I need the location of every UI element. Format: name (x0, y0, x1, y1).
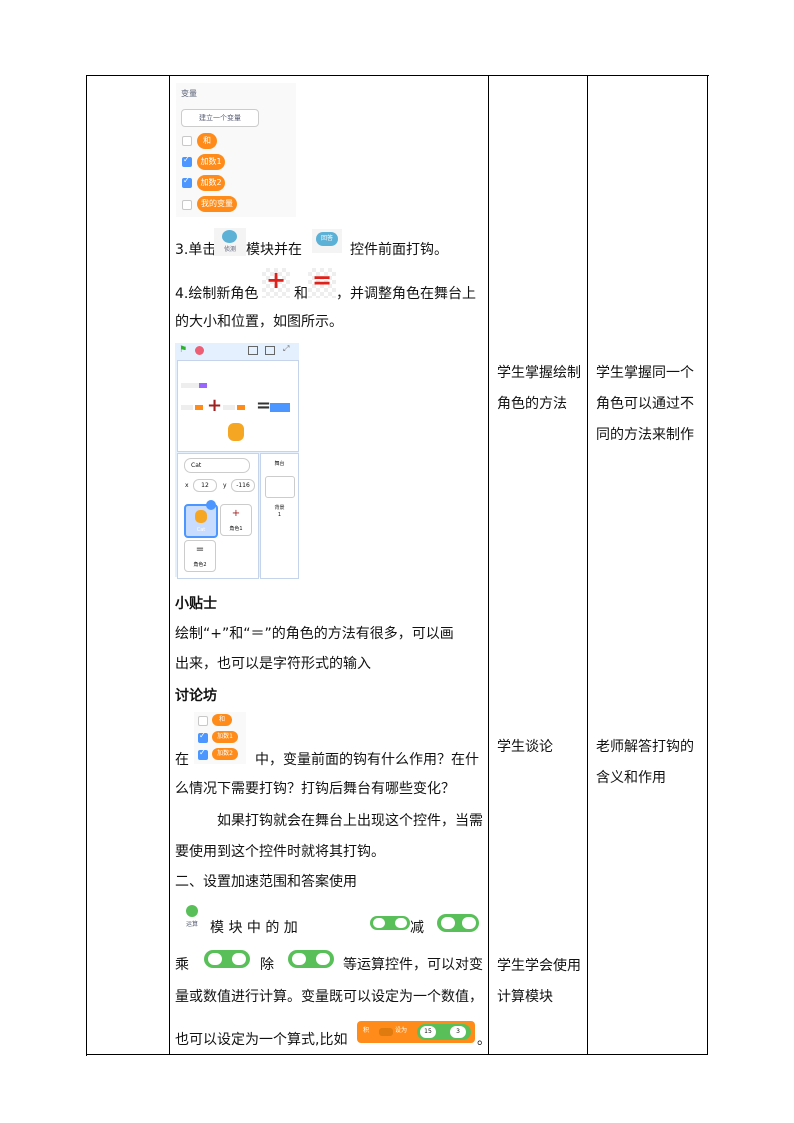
variable-checkbox[interactable] (182, 155, 192, 167)
plus-sprite-icon: + (262, 266, 290, 298)
step4-text-b: ，并调整角色在舞台上 (336, 286, 476, 302)
discussion-in: 在 (175, 752, 189, 768)
tips-heading: 小贴士 (175, 596, 217, 612)
stage: + = (177, 360, 299, 452)
section2-line3: 量或数值进行计算。变量既可以设定为一个数值， (175, 989, 483, 1005)
variable-reporter: 加数2 (212, 748, 238, 760)
discussion-q2: 么情况下需要打钩？打钩后舞台有哪些变化？ (175, 781, 455, 797)
student-row2: 学生谈论 (497, 739, 553, 755)
variable-reporter[interactable]: 加数1 (197, 154, 225, 170)
variable-checkbox[interactable] (198, 748, 208, 760)
discussion-a1: 如果打钩就会在舞台上出现这个控件，当需 (217, 813, 483, 829)
section2-line4-end: 。 (477, 1032, 491, 1048)
section2-line4: 也可以设定为一个算式,比如 (175, 1032, 348, 1048)
teacher-row1: 学生掌握同一个角色可以通过不同的方法来制作 (596, 365, 694, 443)
stage-screenshot: ⚑ ⤢ + = Cat x 12 y -116 Cat + 角色1 = 角色2 (175, 343, 299, 579)
equals-sprite-icon: = (308, 266, 336, 298)
sprite-name-field[interactable]: Cat (184, 458, 250, 473)
variable-reporter: 加数1 (212, 731, 238, 743)
variable-checkbox[interactable] (182, 136, 192, 146)
variable-checkbox[interactable] (182, 200, 192, 210)
section2-line2-a: 乘 (175, 957, 189, 973)
student-row3: 学生学会使用计算模块 (497, 958, 581, 1005)
section2-line1-a: 模 块 中 的 加 (210, 920, 298, 936)
variable-checkbox[interactable] (198, 731, 208, 743)
step4-and: 和 (294, 286, 308, 302)
delete-sprite-icon[interactable] (206, 500, 216, 510)
sprite-thumb-2[interactable]: = 角色2 (184, 540, 216, 572)
column-divider (169, 75, 170, 1055)
fullscreen-icon[interactable]: ⤢ (283, 344, 289, 354)
variables-title: 变量 (181, 89, 197, 98)
step4-text-a: 4.绘制新角色 (175, 286, 259, 302)
variable-reporter[interactable]: 加数2 (197, 175, 225, 191)
section2-line2-b: 除 (260, 957, 274, 973)
tips-line1: 绘制“+”和“＝”的角色的方法有很多，可以画 (175, 626, 454, 642)
cat-sprite-icon (228, 423, 244, 441)
variable-reporter[interactable]: 我的变量 (197, 196, 237, 212)
section2-line1-b: 减 (410, 920, 424, 936)
x-field[interactable]: 12 (193, 479, 217, 492)
student-row1: 学生掌握绘制角色的方法 (497, 365, 581, 412)
column-divider (587, 75, 588, 1055)
discussion-heading: 讨论坊 (175, 688, 217, 704)
step3-text-b: 模块并在 (246, 242, 302, 258)
y-field[interactable]: -116 (231, 479, 255, 492)
green-flag-icon[interactable]: ⚑ (179, 345, 187, 355)
variable-checkbox[interactable] (182, 176, 192, 188)
section2-line2-c: 等运算控件，可以对变 (343, 957, 483, 973)
add-operator-block (370, 916, 410, 930)
column-divider (488, 75, 489, 1055)
variables-panel: 变量 建立一个变量 和 加数1 加数2 我的变量 (176, 83, 296, 217)
small-stage-icon[interactable] (248, 346, 258, 355)
stage-pane[interactable]: 舞台 背景 1 (260, 453, 299, 579)
large-stage-icon[interactable] (265, 346, 275, 355)
teacher-row2: 老师解答打钩的含义和作用 (596, 739, 694, 786)
sensing-label: 侦测 (223, 246, 236, 253)
create-variable-button[interactable]: 建立一个变量 (181, 109, 259, 127)
tips-line2: 出来，也可以是字符形式的输入 (175, 656, 371, 672)
discussion-q1: 中，变量前面的钩有什么作用？在什 (255, 752, 479, 768)
discussion-a2: 要使用到这个控件时就将其打钩。 (175, 844, 385, 860)
answer-reporter-icon: 回答 (312, 229, 342, 253)
sensing-category-icon: 侦测 (214, 228, 246, 256)
sprite-info-pane: Cat x 12 y -116 Cat + 角色1 = 角色2 (177, 453, 259, 579)
mini-variables-panel: 和 加数1 加数2 (194, 712, 246, 764)
step3-text-a: 3.单击 (175, 242, 217, 258)
divide-operator-block (288, 950, 334, 968)
variable-checkbox[interactable] (198, 716, 208, 726)
section2-title: 二、设置加速范围和答案使用 (175, 874, 357, 890)
step3-text-c: 控件前面打钩。 (350, 242, 448, 258)
table-bottom-border (86, 1054, 708, 1055)
subtract-operator-block (437, 914, 479, 932)
variable-reporter: 和 (212, 714, 232, 726)
set-variable-block: 积 设为 15 3 (357, 1021, 475, 1043)
variable-reporter[interactable]: 和 (197, 133, 217, 149)
answer-label: 回答 (316, 232, 338, 246)
step4-text-c: 的大小和位置，如图所示。 (175, 314, 343, 330)
operators-category-icon: 运算 (180, 904, 204, 930)
multiply-operator-block (204, 950, 250, 968)
column-divider (707, 75, 708, 1055)
stop-icon[interactable] (195, 346, 204, 355)
sprite-thumb-1[interactable]: + 角色1 (220, 504, 252, 536)
